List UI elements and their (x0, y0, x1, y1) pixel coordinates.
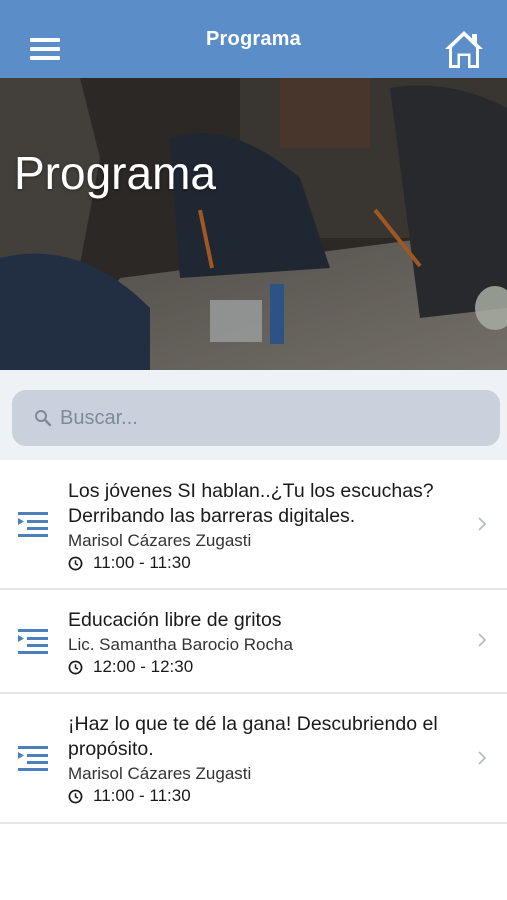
hero-banner: Programa (0, 78, 507, 370)
session-speaker: Lic. Samantha Barocio Rocha (68, 635, 293, 654)
hero-title: Programa (14, 147, 216, 199)
chevron-right-icon (478, 633, 487, 647)
search-input[interactable] (60, 398, 480, 438)
session-time-label: 12:00 - 12:30 (93, 657, 194, 676)
session-title: Educación libre de gritos (68, 609, 282, 631)
chevron-right-icon (478, 751, 487, 765)
list-item[interactable]: ¡Haz lo que te dé la gana! Descubriendo … (0, 694, 507, 824)
hamburger-menu-icon[interactable] (30, 38, 60, 62)
clock-icon (68, 556, 83, 570)
clock-icon (68, 660, 83, 674)
search-bar-container (0, 370, 507, 460)
session-time: 12:00 - 12:30 (68, 656, 457, 678)
search-icon (35, 410, 52, 427)
list-item[interactable]: Educación libre de gritos Lic. Samantha … (0, 590, 507, 694)
navbar-title: Programa (206, 27, 301, 50)
list-item[interactable]: Los jóvenes SI hablan..¿Tu los escuchas?… (0, 460, 507, 590)
hero-photo (0, 78, 507, 370)
search-box[interactable] (12, 390, 500, 446)
list-icon (18, 512, 48, 537)
session-time-label: 11:00 - 11:30 (93, 786, 191, 805)
clock-icon (68, 789, 83, 803)
session-list: Los jóvenes SI hablan..¿Tu los escuchas?… (0, 460, 507, 824)
session-time: 11:00 - 11:30 (68, 785, 457, 807)
session-title: ¡Haz lo que te dé la gana! Descubriendo … (68, 713, 438, 760)
session-speaker: Marisol Cázares Zugasti (68, 764, 252, 783)
navbar: Programa (0, 0, 507, 78)
session-title: Los jóvenes SI hablan..¿Tu los escuchas?… (68, 480, 434, 527)
session-time-label: 11:00 - 11:30 (93, 553, 191, 572)
session-time: 11:00 - 11:30 (68, 552, 457, 574)
home-icon[interactable] (443, 28, 485, 70)
list-icon (18, 629, 48, 654)
chevron-right-icon (478, 517, 487, 531)
session-speaker: Marisol Cázares Zugasti (68, 531, 252, 550)
list-icon (18, 746, 48, 771)
